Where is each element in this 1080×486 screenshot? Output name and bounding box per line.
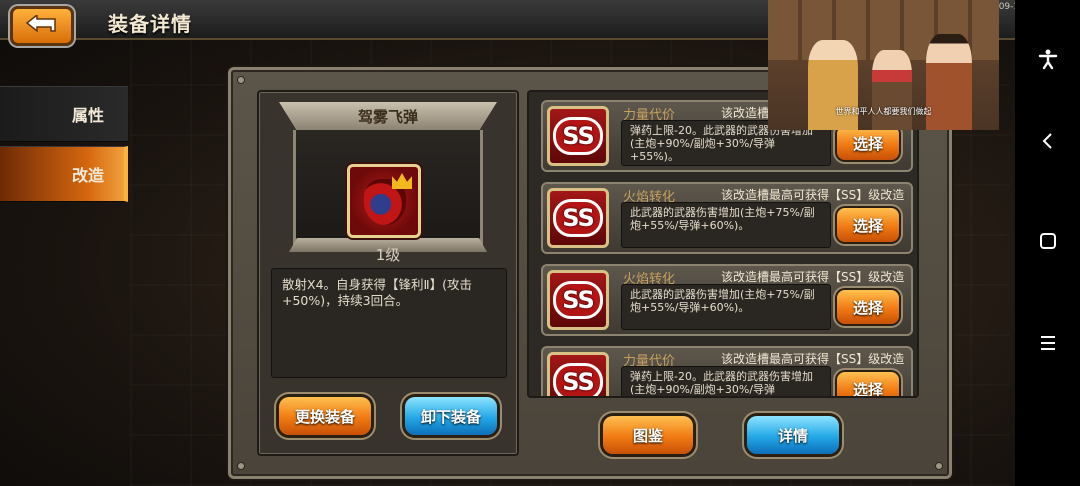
back-button[interactable] (10, 6, 74, 46)
missile-weapon-icon[interactable] (347, 164, 421, 238)
screw-decoration (237, 76, 245, 84)
mod-card: SS 火焰转化 该改造槽最高可获得【SS】级改造 此武器的武器伤害增加(主炮+7… (541, 182, 913, 254)
select-button[interactable]: 选择 (837, 208, 899, 242)
mod-effect: 弹药上限-20。此武器的武器伤害增加(主炮+90%/副炮+30%/导弹+55%)… (621, 366, 831, 396)
tab-modify[interactable]: 改造 (0, 146, 128, 202)
equipment-description: 散射X4。自身获得【锋利Ⅱ】(攻击+50%)，持续3回合。 (271, 268, 507, 378)
side-tabs: 属性 改造 (0, 86, 128, 206)
video-overlay[interactable]: 世界和平人人都要我们做起 (768, 0, 999, 130)
equipment-name: 驾雾飞弹 (279, 102, 497, 130)
equipment-info-panel: 驾雾飞弹 1级 散射X4。自身获得【锋利Ⅱ】(攻击+50%)，持续3回合。 更换… (257, 90, 519, 456)
mod-card: SS 力量代价 该改造槽最高可获得【SS】级改造 弹药上限-20。此武器的武器伤… (541, 346, 913, 396)
mod-card: SS 火焰转化 该改造槽最高可获得【SS】级改造 此武器的武器伤害增加(主炮+7… (541, 264, 913, 336)
screw-decoration (237, 462, 245, 470)
tab-attributes[interactable]: 属性 (0, 86, 128, 142)
chevron-left-icon[interactable] (1035, 128, 1061, 154)
mod-slot-text: 该改造槽最高可获得【SS】级改造 (721, 352, 905, 366)
back-arrow-icon (25, 15, 56, 33)
ss-badge-icon: SS (547, 188, 609, 248)
page-title: 装备详情 (108, 12, 192, 36)
accessibility-icon[interactable] (1035, 46, 1061, 72)
mod-effect: 此武器的武器伤害增加(主炮+75%/副炮+55%/导弹+60%)。 (621, 284, 831, 330)
details-button[interactable]: 详情 (747, 416, 839, 454)
mod-slot-text: 该改造槽最高可获得【SS】级改造 (721, 188, 905, 202)
mod-effect: 此武器的武器伤害增加(主炮+75%/副炮+55%/导弹+60%)。 (621, 202, 831, 248)
crown-icon (392, 173, 412, 189)
system-nav-bar (1015, 0, 1080, 486)
catalog-button[interactable]: 图鉴 (603, 416, 693, 454)
unequip-button[interactable]: 卸下装备 (405, 397, 497, 435)
modification-list[interactable]: SS 力量代价 该改造槽最高可获得【SS】级改造 弹药上限-20。此武器的武器伤… (527, 90, 919, 398)
mod-slot-text: 该改造槽最高可获得【SS】级改造 (721, 270, 905, 284)
select-button[interactable]: 选择 (837, 290, 899, 324)
ss-badge-icon: SS (547, 270, 609, 330)
ss-badge-icon: SS (547, 352, 609, 396)
menu-lines-icon[interactable] (1035, 330, 1061, 356)
equipment-level: 1级 (375, 246, 401, 264)
select-button[interactable]: 选择 (837, 372, 899, 396)
video-caption: 世界和平人人都要我们做起 (835, 107, 932, 116)
ss-badge-icon: SS (547, 106, 609, 166)
change-equipment-button[interactable]: 更换装备 (279, 397, 371, 435)
select-button[interactable]: 选择 (837, 126, 899, 160)
screw-decoration (935, 462, 943, 470)
square-home-icon[interactable] (1035, 228, 1061, 254)
video-person (872, 50, 912, 130)
